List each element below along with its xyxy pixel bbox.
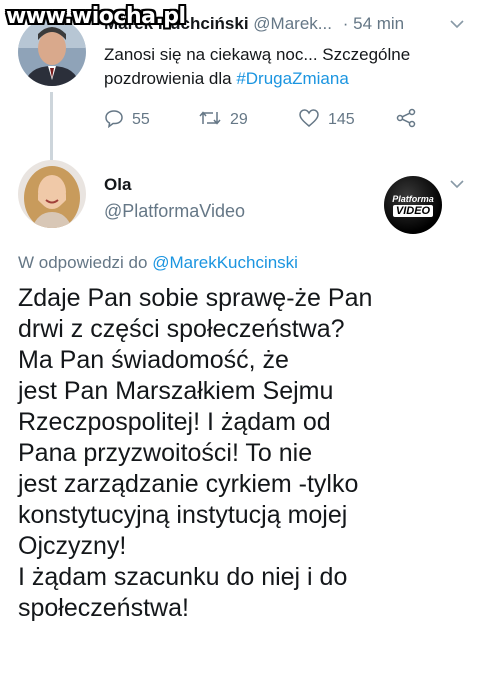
tweet1-handle[interactable]: @Marek... <box>253 14 332 33</box>
body-line: Zdaje Pan sobie sprawę-że Pan <box>18 284 373 312</box>
reply-count: 55 <box>132 111 150 128</box>
reply-button[interactable]: 55 <box>104 108 150 133</box>
tweet2-body: Zdaje Pan sobie sprawę-że Pan drwi z czę… <box>18 283 470 624</box>
retweet-count: 29 <box>230 111 248 128</box>
hashtag-link[interactable]: #DrugaZmiana <box>236 69 348 88</box>
body-line: drwi z części społeczeństwa? <box>18 315 345 343</box>
body-line: Ojczyzny! <box>18 532 127 560</box>
retweet-button[interactable]: 29 <box>198 108 248 133</box>
badge-line2: VIDEO <box>392 204 434 217</box>
tweet1-separator: · <box>342 14 349 33</box>
reply-icon <box>104 108 124 133</box>
body-line: jest zarządzanie cyrkiem -tylko <box>18 470 359 498</box>
body-line: Ma Pan świadomość, że <box>18 346 289 374</box>
reply-mention-link[interactable]: @MarekKuchcinski <box>152 253 298 272</box>
reply-context: W odpowiedzi do @MarekKuchcinski <box>18 253 298 273</box>
like-button[interactable]: 145 <box>298 108 355 133</box>
like-count: 145 <box>328 111 355 128</box>
tweet1-actions: 55 29 145 <box>0 108 480 132</box>
tweet2-handle[interactable]: @PlatformaVideo <box>104 201 245 222</box>
tweet2-author-name[interactable]: Ola <box>104 175 131 195</box>
body-line: I żądam szacunku do niej i do <box>18 563 348 591</box>
share-icon <box>396 108 416 133</box>
share-button[interactable] <box>396 108 416 133</box>
retweet-icon <box>198 108 222 133</box>
platforma-video-logo: Platforma VIDEO <box>384 176 442 234</box>
body-line: Pana przyzwoitości! To nie <box>18 439 313 467</box>
like-icon <box>298 108 320 133</box>
chevron-down-icon[interactable] <box>450 176 464 194</box>
body-line: Rzeczpospolitej! I żądam od <box>18 408 331 436</box>
body-line: jest Pan Marszałkiem Sejmu <box>18 377 334 405</box>
tweet1-timestamp[interactable]: 54 min <box>353 14 404 33</box>
body-line: społeczeństwa! <box>18 594 189 622</box>
chevron-down-icon[interactable] <box>450 16 464 34</box>
tweet1-text: Zanosi się na ciekawą noc... Szczególne … <box>104 43 444 91</box>
reply-prefix: W odpowiedzi do <box>18 253 148 272</box>
body-line: konstytucyjną instytucją mojej <box>18 501 348 529</box>
badge-line1: Platforma <box>392 193 434 204</box>
avatar-ola[interactable] <box>18 160 86 228</box>
watermark: www.wiocha.pl <box>6 4 186 29</box>
